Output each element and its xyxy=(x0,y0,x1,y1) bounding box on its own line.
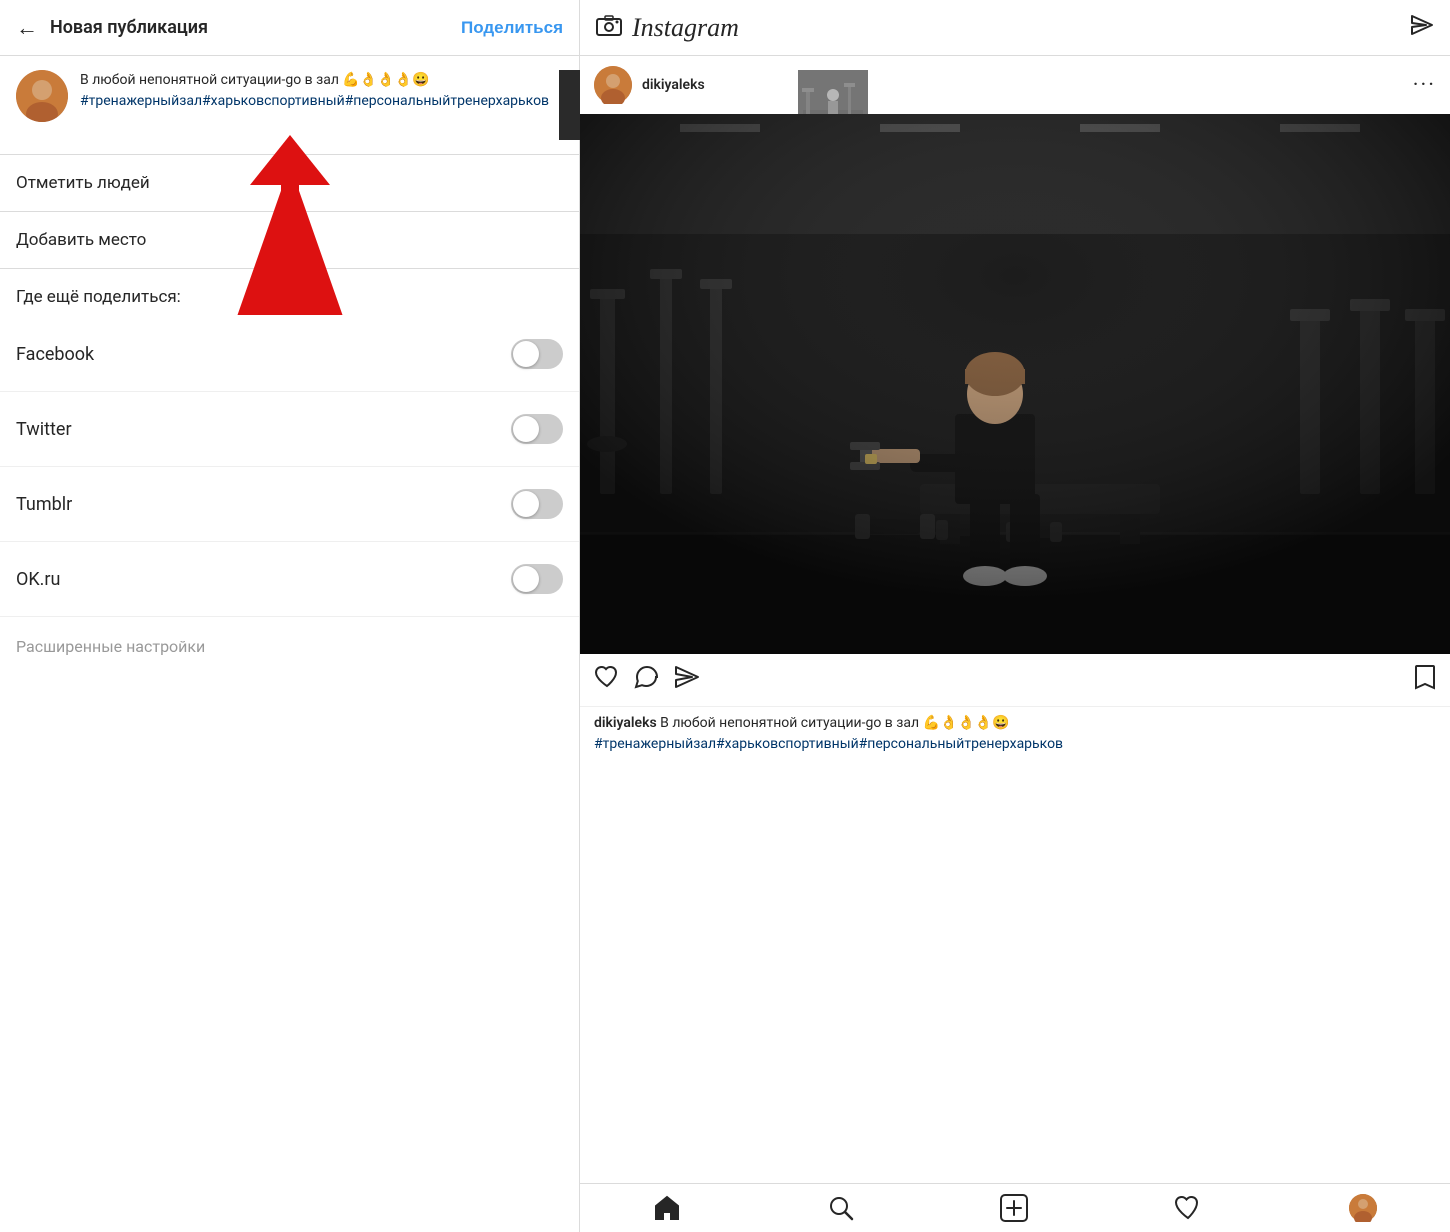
caption-text: В любой непонятной ситуации-go в зал 💪👌👌… xyxy=(657,715,1010,731)
avatar xyxy=(16,70,68,122)
twitter-toggle-knob xyxy=(513,416,539,442)
tumblr-toggle[interactable] xyxy=(511,489,563,519)
comment-button[interactable] xyxy=(634,665,660,695)
post-text: В любой непонятной ситуации-go в зал 💪👌👌… xyxy=(80,70,549,91)
twitter-toggle-row: Twitter xyxy=(0,392,579,467)
share-button[interactable]: Поделиться xyxy=(461,18,563,38)
facebook-toggle-row: Facebook xyxy=(0,317,579,392)
advanced-settings[interactable]: Расширенные настройки xyxy=(0,617,579,676)
left-header: ← Новая публикация Поделиться xyxy=(0,0,579,56)
facebook-toggle-knob xyxy=(513,341,539,367)
post-preview: В любой непонятной ситуации-go в зал 💪👌👌… xyxy=(0,56,579,155)
ig-username: dikiyaleks xyxy=(642,77,1413,93)
profile-nav-button[interactable] xyxy=(1349,1194,1377,1222)
caption-hashtags: #тренажерныйзал#харьковспортивный#персон… xyxy=(594,736,1063,752)
tag-people-item[interactable]: Отметить людей xyxy=(0,155,579,212)
home-nav-button[interactable] xyxy=(653,1195,681,1221)
tumblr-toggle-row: Tumblr xyxy=(0,467,579,542)
send-icon[interactable] xyxy=(1410,14,1434,42)
tumblr-label: Tumblr xyxy=(16,494,72,515)
ig-header: Instagram xyxy=(580,0,1450,56)
caption-username: dikiyaleks xyxy=(594,715,657,731)
camera-icon[interactable] xyxy=(596,14,622,42)
share-button-ig[interactable] xyxy=(674,665,700,695)
ig-logo: Instagram xyxy=(632,13,1410,43)
ig-bottom-nav xyxy=(580,1183,1450,1232)
twitter-toggle[interactable] xyxy=(511,414,563,444)
page-title: Новая публикация xyxy=(50,17,461,38)
ig-avatar xyxy=(594,66,632,104)
post-image xyxy=(580,114,1450,654)
add-place-label: Добавить место xyxy=(16,230,146,250)
back-button[interactable]: ← xyxy=(16,15,38,41)
tumblr-toggle-knob xyxy=(513,491,539,517)
okru-toggle-row: OK.ru xyxy=(0,542,579,617)
facebook-toggle[interactable] xyxy=(511,339,563,369)
left-panel: ← Новая публикация Поделиться В любой не… xyxy=(0,0,580,1232)
ig-user-row: dikiyaleks ··· xyxy=(580,56,1450,114)
more-options-button[interactable]: ··· xyxy=(1413,73,1436,98)
okru-toggle-knob xyxy=(513,566,539,592)
add-nav-button[interactable] xyxy=(1000,1194,1028,1222)
post-text-area: В любой непонятной ситуации-go в зал 💪👌👌… xyxy=(80,70,549,112)
okru-label: OK.ru xyxy=(16,569,60,590)
activity-nav-button[interactable] xyxy=(1174,1195,1202,1221)
add-place-item[interactable]: Добавить место xyxy=(0,212,579,269)
tag-people-label: Отметить людей xyxy=(16,173,150,193)
okru-toggle[interactable] xyxy=(511,564,563,594)
share-section-header: Где ещё поделиться: xyxy=(0,269,579,317)
post-hashtags: #тренажерныйзал#харьковспортивный#персон… xyxy=(80,91,549,112)
search-nav-button[interactable] xyxy=(828,1195,854,1221)
ig-actions xyxy=(580,654,1450,707)
bookmark-button[interactable] xyxy=(1414,664,1436,696)
ig-caption: dikiyaleks В любой непонятной ситуации-g… xyxy=(580,707,1450,765)
like-button[interactable] xyxy=(594,665,620,695)
twitter-label: Twitter xyxy=(16,419,72,440)
right-panel: Instagram dikiyaleks ··· xyxy=(580,0,1450,1232)
facebook-label: Facebook xyxy=(16,344,94,365)
